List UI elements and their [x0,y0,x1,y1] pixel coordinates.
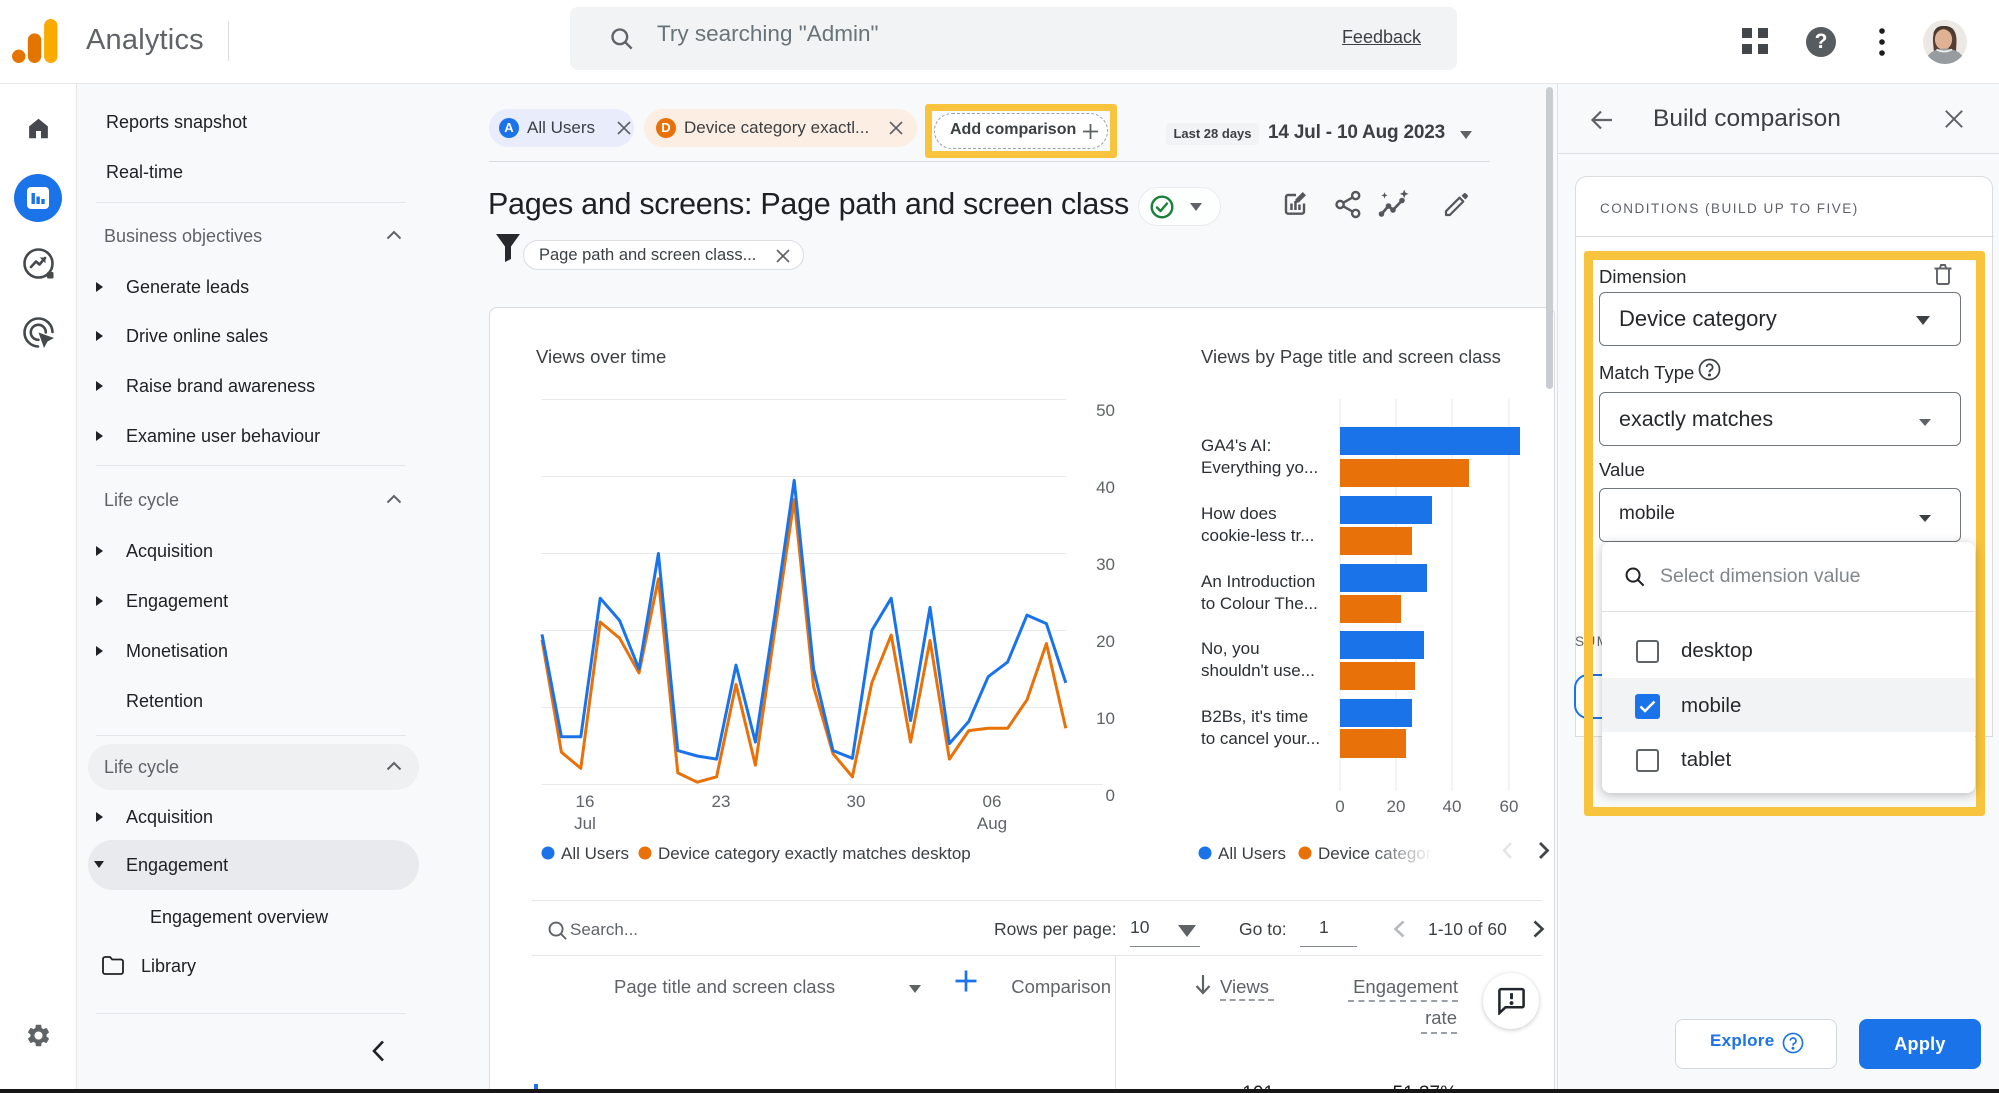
svg-text:10: 10 [1096,709,1115,728]
svg-text:GA4's AI:: GA4's AI: [1201,436,1271,455]
svg-text:06: 06 [983,792,1002,811]
svg-text:20: 20 [1096,632,1115,651]
svg-text:50: 50 [1096,401,1115,420]
svg-text:cookie-less tr...: cookie-less tr... [1201,526,1314,545]
svg-text:20: 20 [1387,797,1406,816]
svg-text:An Introduction: An Introduction [1201,572,1315,591]
svg-text:40: 40 [1443,797,1462,816]
svg-text:Jul: Jul [574,814,596,833]
svg-text:How does: How does [1201,504,1277,523]
svg-text:0: 0 [1106,786,1115,805]
svg-text:16: 16 [576,792,595,811]
svg-text:All Users: All Users [561,844,629,863]
svg-text:to Colour The...: to Colour The... [1201,594,1318,613]
svg-text:0: 0 [1335,797,1344,816]
svg-text:Device category exactly matche: Device category exactly matches desktop [658,844,971,863]
svg-text:Everything yo...: Everything yo... [1201,458,1318,477]
svg-text:30: 30 [847,792,866,811]
svg-text:B2Bs, it's time: B2Bs, it's time [1201,707,1308,726]
svg-text:23: 23 [712,792,731,811]
svg-text:All Users: All Users [1218,844,1286,863]
svg-text:shouldn't use...: shouldn't use... [1201,661,1315,680]
svg-text:No, you: No, you [1201,639,1260,658]
svg-text:60: 60 [1500,797,1519,816]
svg-text:Aug: Aug [977,814,1007,833]
svg-text:30: 30 [1096,555,1115,574]
svg-text:40: 40 [1096,478,1115,497]
svg-text:to cancel your...: to cancel your... [1201,729,1320,748]
